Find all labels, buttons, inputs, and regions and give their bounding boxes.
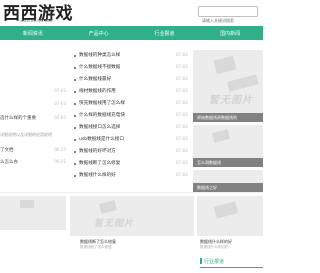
bullet-icon [74, 55, 76, 57]
list-item-title: 线材数据线的作用 [79, 89, 116, 94]
list-item-title: 什么数据线不接数据 [79, 65, 121, 70]
list-item-title: 了文档 [0, 148, 14, 153]
image-placeholder-icon [213, 201, 239, 219]
thumbnail-image[interactable] [197, 196, 263, 236]
section-divider [0, 192, 263, 193]
left-column: 07-03 07-03 选什么样的个重要 07-03 详细说明以及详细的应用说明… [0, 48, 68, 190]
bullet-icon [74, 115, 76, 117]
thumbnail-caption: 怎么测数据线 [193, 158, 263, 167]
nav-item-news[interactable]: 新闻资讯 [0, 26, 66, 40]
list-item-title: 什么数据线最好 [79, 77, 112, 82]
image-placeholder-icon [20, 200, 34, 208]
watermark-text: 暂无图片 [209, 95, 253, 106]
list-item[interactable]: 什么数据线最好 07-03 [72, 76, 192, 86]
list-item[interactable]: 什么样的数据线充电快 07-03 [72, 112, 192, 122]
image-placeholder-icon [227, 74, 259, 92]
list-item-date: 06-27 [54, 147, 66, 152]
list-item-title: 数据线什么样的好 [79, 173, 116, 178]
thumbnail-image[interactable]: 数据线之好 [193, 170, 263, 192]
list-item-date: 07-03 [176, 64, 188, 69]
list-item-title: 快充数据线用了怎么样 [79, 101, 125, 106]
list-item[interactable]: 什么数据线不接数据 07-03 [72, 64, 192, 74]
list-item[interactable]: 选什么样的个重要 07-03 [0, 115, 68, 125]
bullet-icon [74, 91, 76, 93]
list-item-title: usb数据线是什么接口 [79, 137, 124, 142]
section-title: 行业报道 [204, 259, 225, 265]
bullet-icon [74, 127, 76, 129]
list-item-date: 07-03 [176, 76, 188, 81]
list-item-title: 数据线的好坏对方 [79, 149, 116, 154]
section-underline [200, 267, 263, 268]
list-item-title: 什么样的数据线充电快 [79, 113, 125, 118]
list-item-date: 07-03 [176, 160, 188, 165]
list-note: 详细说明以及详细的应用说明 [0, 132, 52, 137]
list-item[interactable]: 数据线的种类怎么样 07-03 [72, 52, 192, 62]
list-item[interactable]: usb数据线是什么接口 07-03 [72, 136, 192, 146]
list-item-date: 07-03 [176, 148, 188, 153]
list-item-title: 数据线接口怎么选择 [79, 125, 121, 130]
thumbnail-image[interactable]: 暂无图片 原始数据线原数据线的 [193, 50, 263, 122]
bullet-icon [74, 151, 76, 153]
list-item-date: 07-03 [176, 172, 188, 177]
list-item-date: 07-03 [176, 100, 188, 105]
list-item[interactable]: 快充数据线用了怎么样 07-03 [72, 100, 192, 110]
thumbnail-image[interactable]: 怎么测数据线 [193, 125, 263, 167]
search-box[interactable] [198, 6, 258, 25]
list-item-date: 07-03 [54, 88, 66, 93]
main-nav: 新闻资讯 产品中心 行业报道 国内新闻 [0, 26, 263, 40]
search-input[interactable] [199, 16, 257, 25]
list-item-date: 07-03 [176, 88, 188, 93]
list-item-date: 06-21 [54, 159, 66, 164]
nav-item-products[interactable]: 产品中心 [66, 26, 132, 40]
list-item-title: 么怎么办 [0, 160, 18, 165]
list-item-date: 07-03 [176, 52, 188, 57]
bullet-icon [74, 67, 76, 69]
list-item[interactable]: 07-03 [0, 101, 68, 111]
list-item[interactable]: 数据线断了怎么修复 07-03 [72, 160, 192, 170]
nav-item-industry[interactable]: 行业报道 [132, 26, 198, 40]
image-placeholder-icon [213, 55, 237, 75]
bullet-icon [74, 79, 76, 81]
thumbnail-image[interactable] [0, 196, 66, 230]
thumbnail-caption: 原始数据线原数据线的 [193, 113, 263, 122]
thumbnail-image[interactable]: 暂无图片 [70, 196, 194, 236]
site-header: 西西游戏 www.wanjie.com [0, 0, 263, 25]
watermark-text: 暂无图片 [94, 219, 135, 229]
list-item-date: 07-03 [54, 101, 66, 106]
bullet-icon [74, 163, 76, 165]
image-placeholder-icon [98, 200, 118, 214]
list-item[interactable]: 数据线什么样的好 07-03 [72, 172, 192, 182]
list-item[interactable]: 么怎么办 06-21 [0, 159, 68, 169]
list-item[interactable]: 了文档 06-27 [0, 147, 68, 157]
list-item-date: 07-03 [176, 124, 188, 129]
nav-item-domestic[interactable]: 国内新闻 [197, 26, 263, 40]
section-marker [200, 258, 202, 264]
list-item-date: 07-03 [176, 136, 188, 141]
bullet-icon [74, 103, 76, 105]
list-item[interactable]: 07-03 [0, 88, 68, 98]
list-item-title: 选什么样的个重要 [0, 116, 36, 121]
image-placeholder-icon [211, 129, 231, 143]
list-item[interactable]: 数据线接口怎么选择 07-03 [72, 124, 192, 134]
list-item-title: 数据线的种类怎么样 [79, 53, 121, 58]
list-item-title: 数据线断了怎么修复 [79, 161, 121, 166]
thumbnail-caption: 数据线之好 [193, 183, 263, 192]
bullet-icon [74, 175, 76, 177]
list-item-date: 07-03 [176, 112, 188, 117]
list-item-date: 07-03 [54, 115, 66, 120]
list-item[interactable]: 数据线的好坏对方 07-03 [72, 148, 192, 158]
bullet-icon [74, 139, 76, 141]
site-logo-url: www.wanjie.com [20, 18, 54, 23]
tile-subtitle: 数据线断了怎么修复 [80, 245, 112, 249]
list-item[interactable]: 线材数据线的作用 07-03 [72, 88, 192, 98]
tile-subtitle: 数据线什么样的好 [200, 245, 228, 249]
